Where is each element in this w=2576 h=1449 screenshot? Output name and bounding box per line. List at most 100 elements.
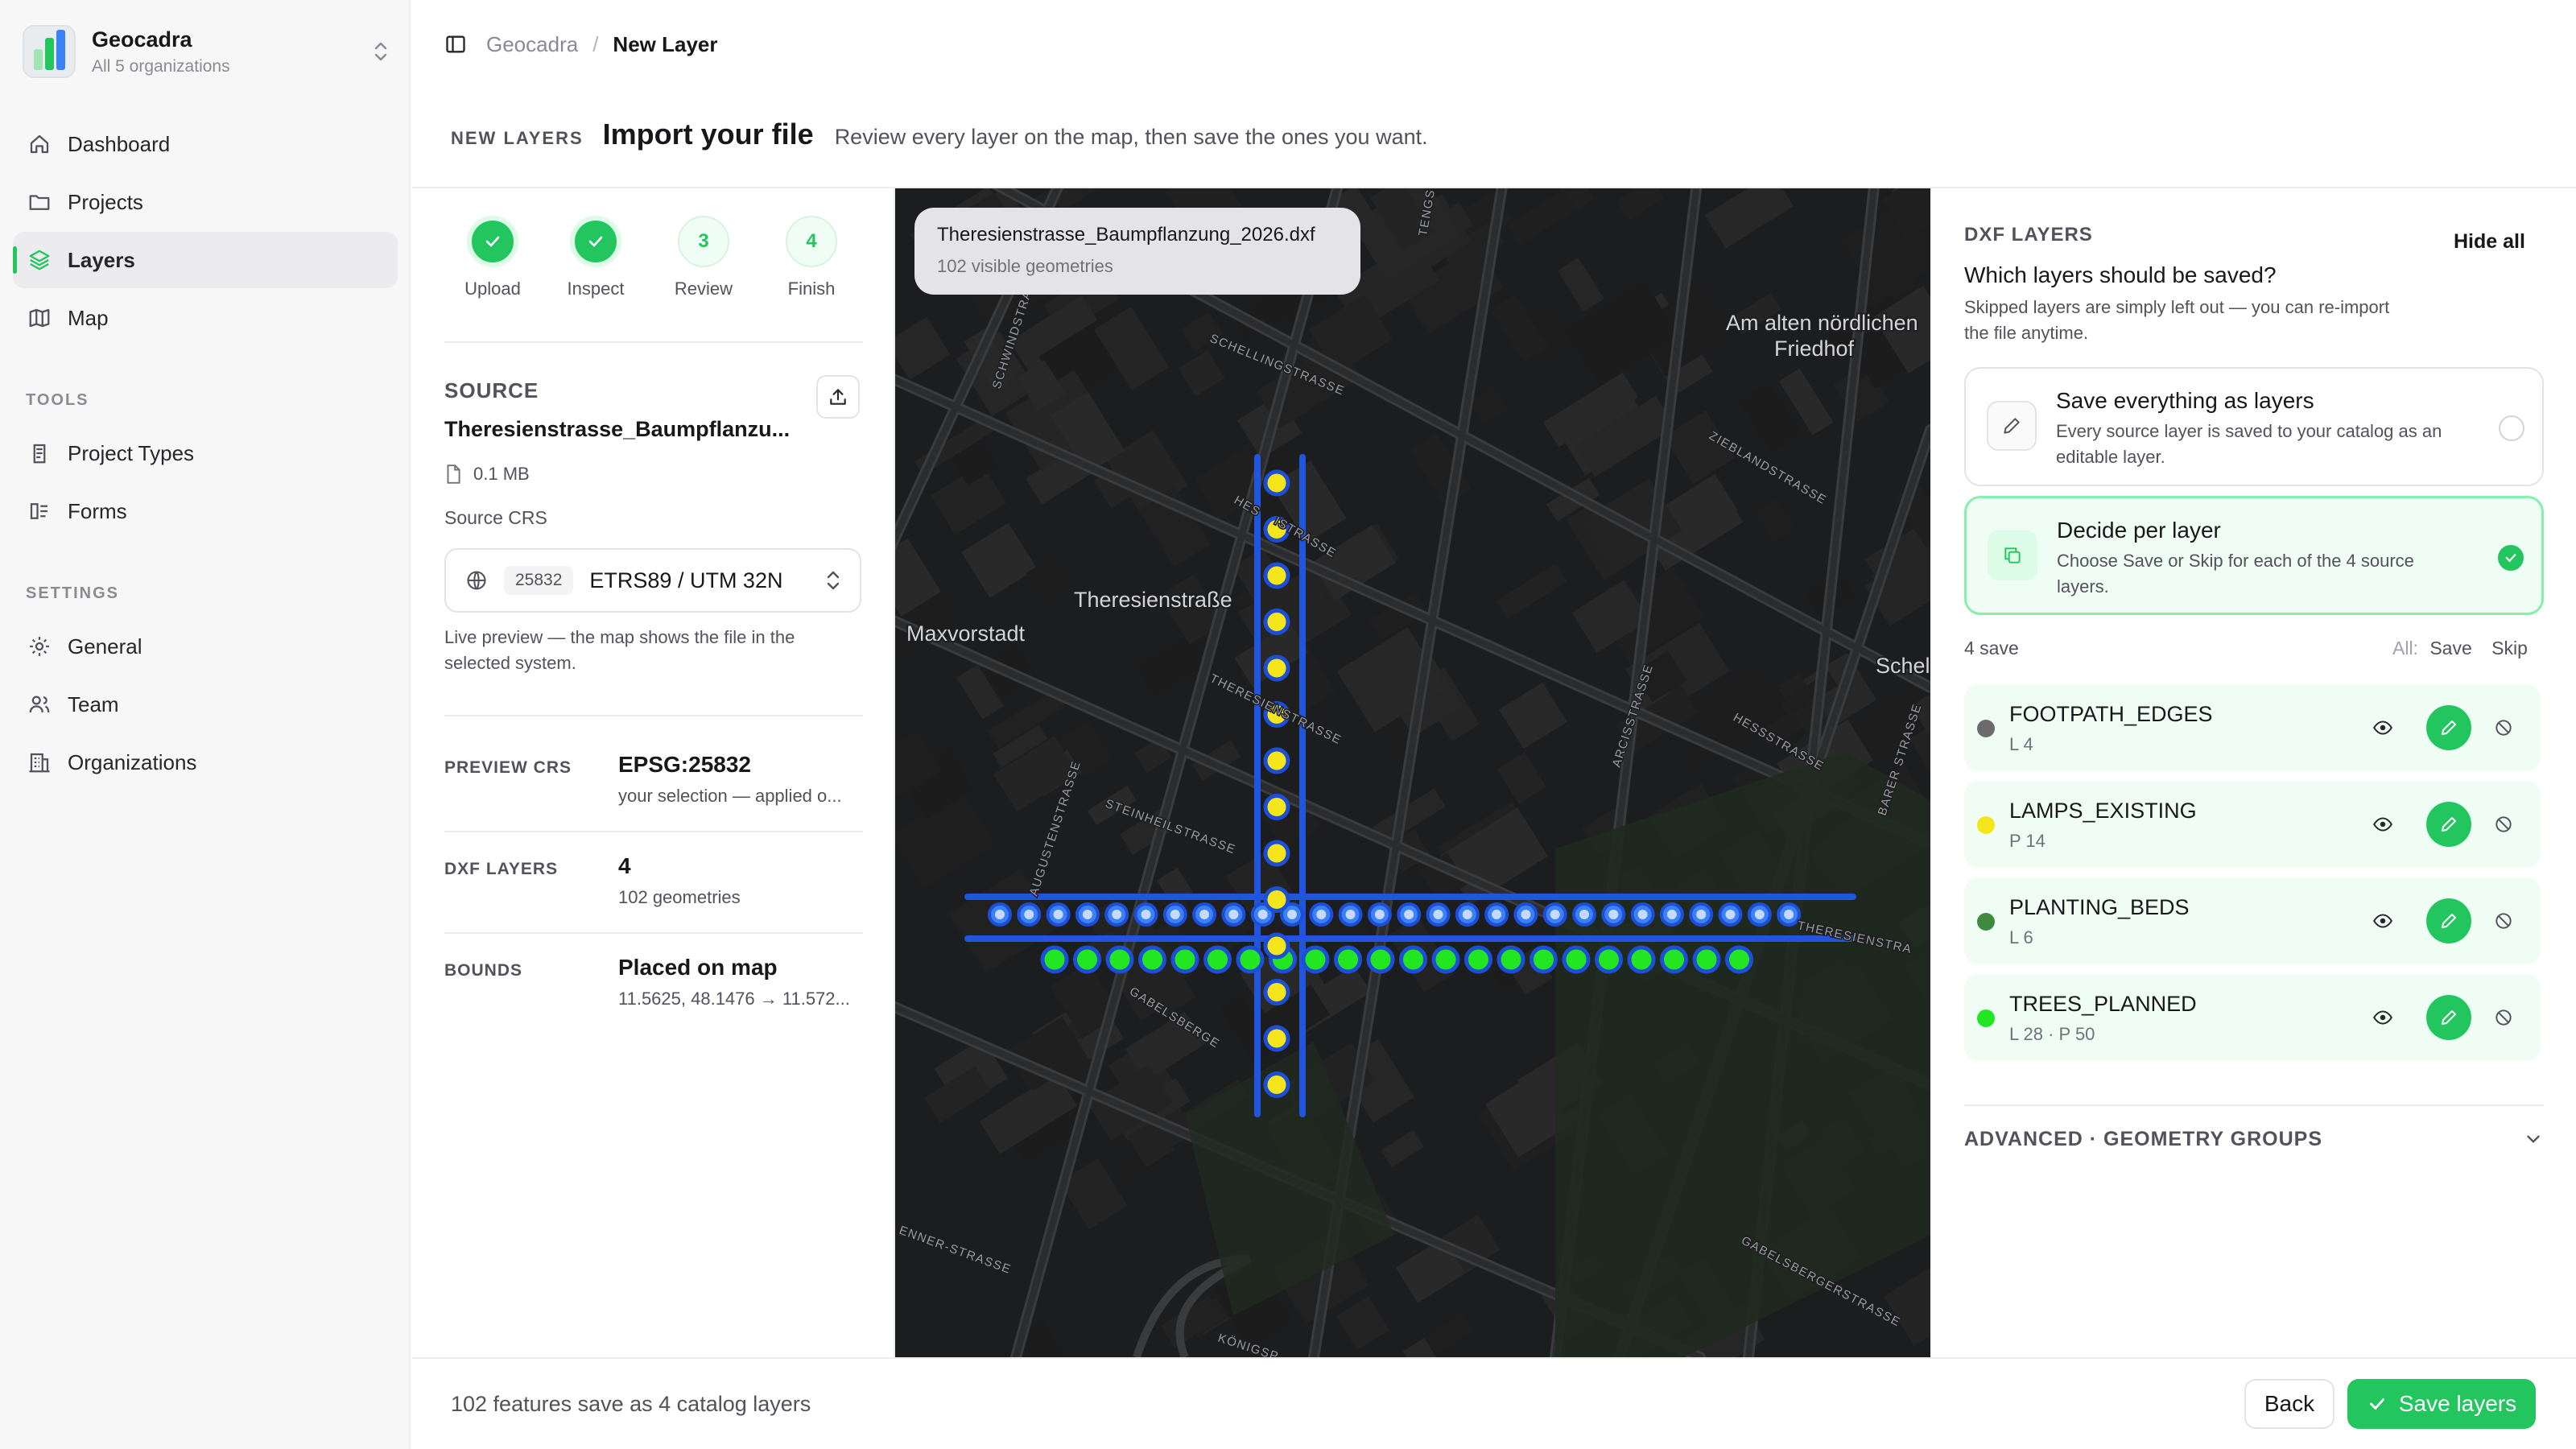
- tree-marker: [1464, 945, 1492, 974]
- pencil-icon[interactable]: [2426, 705, 2471, 750]
- layer-row-lamps-existing[interactable]: LAMPS_EXISTING P 14: [1964, 781, 2541, 868]
- tree-marker-core: [1754, 910, 1765, 919]
- detail-key: DXF LAYERS: [444, 860, 559, 878]
- lamp-marker: [1263, 979, 1290, 1005]
- map-preview[interactable]: Am alten nördlichen Friedhof Theresienstra…: [895, 188, 1930, 1357]
- source-filename: Theresienstrasse_Baumpflanzu...: [444, 417, 791, 441]
- layer-geometry-count: L 28 · P 50: [2009, 1024, 2095, 1044]
- layer-geometry-count: L 6: [2009, 927, 2033, 947]
- sidebar-item-organizations[interactable]: Organizations: [13, 734, 398, 791]
- breadcrumb-current: New Layer: [613, 31, 718, 56]
- tree-marker: [1660, 945, 1688, 974]
- tree-marker-core: [1492, 910, 1502, 919]
- org-switcher[interactable]: Geocadra All 5 organizations: [23, 21, 393, 82]
- step-label: Review: [674, 279, 733, 299]
- advanced-title: ADVANCED · GEOMETRY GROUPS: [1964, 1127, 2323, 1150]
- hide-all-button[interactable]: Hide all: [2454, 230, 2525, 254]
- eye-icon[interactable]: [2367, 712, 2399, 744]
- sidebar-item-map[interactable]: Map: [13, 290, 398, 346]
- lamp-marker: [1263, 932, 1290, 960]
- stepper: Upload Inspect 3 Review 4 Finish: [444, 216, 863, 304]
- lamp-marker: [1263, 1071, 1290, 1098]
- map-label: Schel: [1876, 654, 1930, 678]
- file-info-subtitle: 102 visible geometries: [937, 256, 1113, 276]
- copy-icon: [1988, 530, 2037, 580]
- filesize-text: 0.1 MB: [473, 464, 530, 484]
- map-label: Maxvorstadt: [906, 621, 1026, 646]
- lamp-marker: [1263, 609, 1290, 635]
- option-decide-per-layer[interactable]: Decide per layer Choose Save or Skip for…: [1964, 496, 2544, 615]
- pencil-icon[interactable]: [2426, 898, 2471, 943]
- save-count: 4 save: [1964, 638, 2019, 658]
- page-header: NEW LAYERS Import your file Review every…: [451, 118, 1428, 151]
- eye-icon[interactable]: [2367, 905, 2399, 937]
- check-icon: [2369, 1398, 2384, 1410]
- advanced-geometry-groups[interactable]: ADVANCED · GEOMETRY GROUPS: [1964, 1104, 2544, 1164]
- tree-marker-core: [1462, 910, 1472, 919]
- layer-color-swatch: [1977, 720, 1995, 737]
- sidebar-item-team[interactable]: Team: [13, 676, 398, 733]
- crs-code-badge: 25832: [504, 566, 574, 595]
- org-subtitle: All 5 organizations: [92, 56, 230, 76]
- sidebar-item-project-types[interactable]: Project Types: [13, 425, 398, 481]
- sidebar-item-general[interactable]: General: [13, 618, 398, 675]
- bulk-label: All:: [2392, 638, 2418, 658]
- building-icon: [29, 753, 50, 773]
- pencil-icon[interactable]: [2426, 995, 2471, 1040]
- option-title: Save everything as layers: [2056, 388, 2314, 413]
- layer-row-trees-planned[interactable]: TREES_PLANNED L 28 · P 50: [1964, 974, 2541, 1061]
- tree-marker-core: [1608, 910, 1619, 919]
- users-icon: [29, 696, 50, 713]
- tree-marker: [1301, 945, 1330, 974]
- save-layers-label: Save layers: [2398, 1391, 2517, 1416]
- sidebar-item-label: Team: [68, 691, 119, 716]
- sidebar-item-label: General: [68, 634, 142, 658]
- tree-marker: [1627, 945, 1656, 974]
- layer-selection-panel: DXF LAYERS Hide all Which layers should …: [1930, 188, 2576, 1357]
- layer-color-swatch: [1977, 1009, 1995, 1027]
- option-save-everything[interactable]: Save everything as layers Every source l…: [1964, 367, 2544, 486]
- bulk-skip-button[interactable]: Skip: [2491, 638, 2528, 658]
- pencil-icon[interactable]: [2426, 802, 2471, 847]
- detail-value: EPSG:25832: [618, 752, 751, 777]
- source-crs-select[interactable]: 25832 ETRS89 / UTM 32N: [444, 548, 861, 613]
- map-canvas[interactable]: Am alten nördlichenFriedhof Theresienstra…: [895, 188, 1930, 1357]
- divider: [444, 831, 863, 832]
- sidebar-item-forms[interactable]: Forms: [13, 483, 398, 539]
- file-info-title: Theresienstrasse_Baumpflanzung_2026.dxf: [937, 224, 1315, 246]
- tree-marker-core: [1053, 910, 1063, 919]
- layer-row-footpath-edges[interactable]: FOOTPATH_EDGES L 4: [1964, 684, 2541, 771]
- footer-summary: 102 features save as 4 catalog layers: [451, 1391, 811, 1416]
- lamp-marker: [1263, 794, 1290, 820]
- pencil-icon: [1987, 401, 2037, 451]
- sidebar-item-label: Organizations: [68, 749, 197, 774]
- eye-icon[interactable]: [2367, 808, 2399, 840]
- lamp-marker: [1263, 469, 1290, 497]
- tree-marker-core: [1082, 910, 1092, 919]
- save-layers-button[interactable]: Save layers: [2347, 1379, 2536, 1429]
- bulk-actions: All: Save Skip: [2392, 638, 2528, 659]
- back-button[interactable]: Back: [2244, 1379, 2334, 1429]
- breadcrumb-root[interactable]: Geocadra: [486, 32, 578, 57]
- panel-question: Which layers should be saved?: [1964, 262, 2277, 287]
- detail-value: 4: [618, 853, 631, 878]
- option-radio[interactable]: [2499, 415, 2524, 441]
- sidebar-item-layers[interactable]: Layers: [13, 232, 398, 288]
- skip-icon[interactable]: [2487, 1001, 2520, 1034]
- tree-marker: [1399, 945, 1427, 974]
- sidebar-item-projects[interactable]: Projects: [13, 174, 398, 230]
- layer-name: LAMPS_EXISTING: [2009, 799, 2197, 823]
- skip-icon[interactable]: [2487, 905, 2520, 937]
- tree-marker: [1334, 945, 1362, 974]
- upload-button[interactable]: [816, 375, 860, 419]
- layer-row-planting-beds[interactable]: PLANTING_BEDS L 6: [1964, 877, 2541, 964]
- option-radio-checked[interactable]: [2498, 545, 2524, 571]
- bulk-save-button[interactable]: Save: [2429, 638, 2471, 658]
- skip-icon[interactable]: [2487, 808, 2520, 840]
- sidebar-toggle-icon[interactable]: [444, 33, 467, 56]
- layer-name: PLANTING_BEDS: [2009, 895, 2190, 919]
- eye-icon[interactable]: [2367, 1001, 2399, 1034]
- org-name: Geocadra: [92, 27, 192, 52]
- skip-icon[interactable]: [2487, 712, 2520, 744]
- sidebar-item-dashboard[interactable]: Dashboard: [13, 116, 398, 172]
